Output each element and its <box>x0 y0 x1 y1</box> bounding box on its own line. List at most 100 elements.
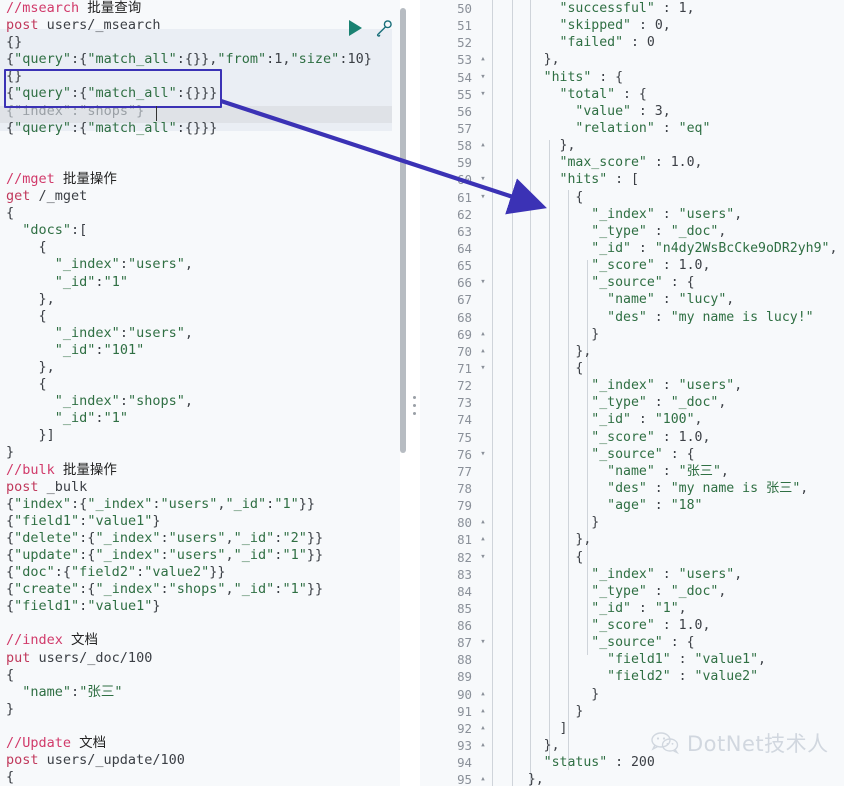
response-line[interactable]: 91 ▴ } <box>420 703 844 720</box>
response-line[interactable]: 66 ▾ "_source" : { <box>420 274 844 291</box>
fold-collapse-icon[interactable]: ▾ <box>478 634 488 651</box>
response-line[interactable]: 72 "_index" : "users", <box>420 377 844 394</box>
fold-expand-icon[interactable]: ▴ <box>478 137 488 154</box>
response-line[interactable]: 86 "_score" : 1.0, <box>420 617 844 634</box>
response-line[interactable]: 50 "successful" : 1, <box>420 0 844 17</box>
response-line[interactable]: 88 "field1" : "value1", <box>420 651 844 668</box>
editor-line[interactable]: {"query":{"match_all":{}}} <box>0 120 400 137</box>
editor-line[interactable]: "_index":"users", <box>0 325 400 342</box>
response-line[interactable]: 59 "max_score" : 1.0, <box>420 154 844 171</box>
response-line[interactable]: 64 "_id" : "n4dy2WsBcCke9oDR2yh9", <box>420 240 844 257</box>
editor-line[interactable]: {"doc":{"field2":"value2"}} <box>0 564 400 581</box>
editor-line[interactable]: {"index":{"_index":"users","_id":"1"}} <box>0 496 400 513</box>
editor-line[interactable]: "_id":"1" <box>0 410 400 427</box>
editor-line[interactable]: {"field1":"value1"} <box>0 598 400 615</box>
response-line[interactable]: 87 ▾ "_source" : { <box>420 634 844 651</box>
editor-line[interactable]: //msearch 批量查询 <box>0 0 400 17</box>
editor-line[interactable]: }, <box>0 359 400 376</box>
fold-expand-icon[interactable]: ▴ <box>478 343 488 360</box>
response-line[interactable]: 62 "_index" : "users", <box>420 206 844 223</box>
editor-line[interactable]: //mget 批量操作 <box>0 171 400 188</box>
editor-line[interactable]: "name":"张三" <box>0 684 400 701</box>
response-line[interactable]: 54 ▾ "hits" : { <box>420 69 844 86</box>
fold-collapse-icon[interactable]: ▾ <box>478 86 488 103</box>
editor-line[interactable]: post users/_msearch <box>0 17 400 34</box>
response-line[interactable]: 55 ▾ "total" : { <box>420 86 844 103</box>
fold-expand-icon[interactable]: ▴ <box>478 51 488 68</box>
editor-line[interactable]: { <box>0 769 400 786</box>
editor-line[interactable]: "_id":"1" <box>0 274 400 291</box>
run-request-icon[interactable] <box>349 20 362 36</box>
editor-line[interactable]: {"update":{"_index":"users","_id":"1"}} <box>0 547 400 564</box>
response-line[interactable]: 80 ▴ } <box>420 514 844 531</box>
fold-collapse-icon[interactable]: ▾ <box>478 171 488 188</box>
editor-line[interactable]: {"field1":"value1"} <box>0 513 400 530</box>
response-line[interactable]: 58 ▴ }, <box>420 137 844 154</box>
fold-collapse-icon[interactable]: ▾ <box>478 189 488 206</box>
response-line[interactable]: 81 ▴ }, <box>420 531 844 548</box>
request-editor-pane[interactable]: //msearch 批量查询 post users/_msearch{} {"que… <box>0 0 400 786</box>
response-line[interactable]: 90 ▴ } <box>420 686 844 703</box>
fold-expand-icon[interactable]: ▴ <box>478 771 488 786</box>
response-line[interactable]: 63 "_type" : "_doc", <box>420 223 844 240</box>
fold-expand-icon[interactable]: ▴ <box>478 326 488 343</box>
editor-line[interactable] <box>0 615 400 632</box>
response-line[interactable]: 85 "_id" : "1", <box>420 600 844 617</box>
editor-line[interactable] <box>0 154 400 171</box>
editor-line[interactable]: {} <box>0 34 400 51</box>
response-line[interactable]: 65 "_score" : 1.0, <box>420 257 844 274</box>
editor-line[interactable]: } <box>0 444 400 461</box>
fold-expand-icon[interactable]: ▴ <box>478 737 488 754</box>
fold-collapse-icon[interactable]: ▾ <box>478 274 488 291</box>
response-line[interactable]: 51 "skipped" : 0, <box>420 17 844 34</box>
fold-expand-icon[interactable]: ▴ <box>478 686 488 703</box>
response-line[interactable]: 70 ▴ }, <box>420 343 844 360</box>
response-line[interactable]: 78 "des" : "my name is 张三", <box>420 480 844 497</box>
fold-expand-icon[interactable]: ▴ <box>478 531 488 548</box>
response-line[interactable]: 89 "field2" : "value2" <box>420 668 844 685</box>
response-line[interactable]: 68 "des" : "my name is lucy!" <box>420 309 844 326</box>
response-line[interactable]: 75 "_score" : 1.0, <box>420 429 844 446</box>
wrench-icon[interactable] <box>374 18 394 38</box>
fold-collapse-icon[interactable]: ▾ <box>478 446 488 463</box>
editor-line[interactable] <box>0 718 400 735</box>
editor-line[interactable]: "_index":"users", <box>0 256 400 273</box>
editor-scrollbar[interactable] <box>400 8 406 453</box>
response-line[interactable]: 95 ▴ }, <box>420 771 844 786</box>
editor-line[interactable]: { <box>0 308 400 325</box>
editor-line[interactable] <box>0 137 400 154</box>
editor-line[interactable]: {"delete":{"_index":"users","_id":"2"}} <box>0 530 400 547</box>
editor-line[interactable]: }] <box>0 427 400 444</box>
editor-line[interactable]: //bulk 批量操作 <box>0 462 400 479</box>
response-line[interactable]: 76 ▾ "_source" : { <box>420 446 844 463</box>
editor-line[interactable]: "docs":[ <box>0 222 400 239</box>
fold-expand-icon[interactable]: ▴ <box>478 720 488 737</box>
response-line[interactable]: 82 ▾ { <box>420 549 844 566</box>
editor-line[interactable]: post users/_update/100 <box>0 752 400 769</box>
response-line[interactable]: 79 "age" : "18" <box>420 497 844 514</box>
response-line[interactable]: 60 ▾ "hits" : [ <box>420 171 844 188</box>
response-line[interactable]: 83 "_index" : "users", <box>420 566 844 583</box>
editor-line[interactable]: "_id":"101" <box>0 342 400 359</box>
editor-line[interactable]: post _bulk <box>0 479 400 496</box>
editor-line[interactable]: "_index":"shops", <box>0 393 400 410</box>
fold-collapse-icon[interactable]: ▾ <box>478 549 488 566</box>
response-line[interactable]: 74 "_id" : "100", <box>420 411 844 428</box>
response-json[interactable]: 50 "successful" : 1, 51 "skipped" : 0, 52 … <box>420 0 844 786</box>
editor-line[interactable]: get /_mget <box>0 188 400 205</box>
response-line[interactable]: 61 ▾ { <box>420 189 844 206</box>
response-line[interactable]: 52 "failed" : 0 <box>420 34 844 51</box>
fold-expand-icon[interactable]: ▴ <box>478 514 488 531</box>
editor-line[interactable]: } <box>0 701 400 718</box>
response-line[interactable]: 71 ▾ { <box>420 360 844 377</box>
response-line[interactable]: 56 "value" : 3, <box>420 103 844 120</box>
editor-line[interactable]: { <box>0 376 400 393</box>
editor-line[interactable]: //index 文档 <box>0 632 400 649</box>
editor-line[interactable]: put users/_doc/100 <box>0 650 400 667</box>
editor-line[interactable]: { <box>0 205 400 222</box>
editor-line[interactable]: { <box>0 667 400 684</box>
response-pane[interactable]: 50 "successful" : 1, 51 "skipped" : 0, 52 … <box>420 0 844 786</box>
editor-line[interactable]: //Update 文档 <box>0 735 400 752</box>
fold-collapse-icon[interactable]: ▾ <box>478 69 488 86</box>
response-line[interactable]: 67 "name" : "lucy", <box>420 291 844 308</box>
